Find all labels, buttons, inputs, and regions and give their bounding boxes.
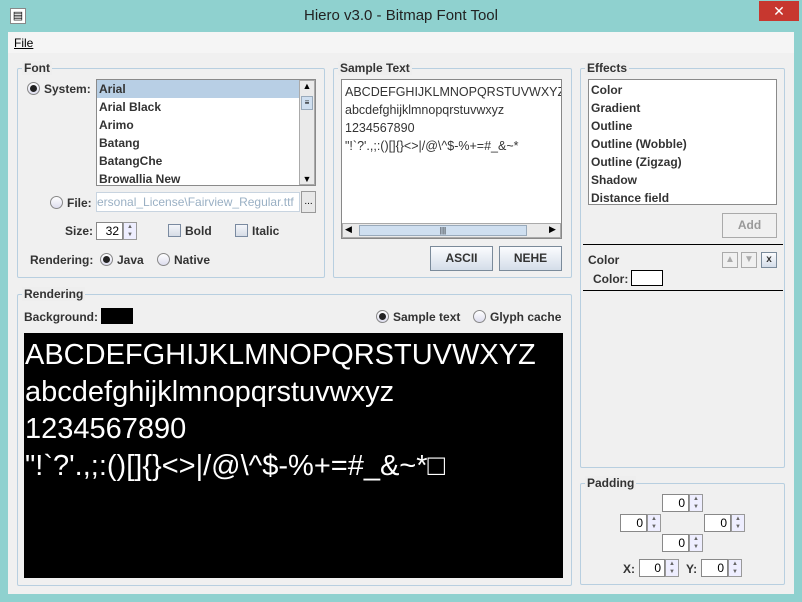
divider [583,290,783,291]
preview-line: 1234567890 [25,413,187,445]
size-spinner[interactable]: 32 [96,222,123,240]
padding-right-stepper[interactable]: ▲ ▼ [731,514,745,532]
preview-line: abcdefghijklmnopqrstuvwxyz [25,376,395,408]
remove-effect-button[interactable]: x [761,252,777,268]
bold-checkbox[interactable] [168,224,181,237]
size-stepper[interactable]: ▲ ▼ [123,222,137,240]
sample-hscrollbar[interactable]: ◀ ||| ▶ [342,223,561,238]
effects-group-label: Effects [585,61,630,75]
effect-item[interactable]: Outline [589,117,776,135]
effect-item[interactable]: Outline (Zigzag) [589,153,776,171]
scroll-thumb[interactable]: ≡ [301,96,313,110]
background-label: Background: [24,310,99,324]
font-list-item[interactable]: Arial [97,80,315,98]
rendering-label: Rendering: [30,253,94,267]
system-radio[interactable] [27,82,40,95]
java-radio[interactable] [100,253,113,266]
padding-x-label: X: [623,562,635,576]
sample-line: 1234567890 [345,121,415,135]
padding-group-label: Padding [585,476,637,490]
file-radio[interactable] [50,196,63,209]
font-list-item[interactable]: BatangChe [97,152,315,170]
padding-x-input[interactable]: 0 [639,559,665,577]
menu-bar [8,32,794,53]
effect-item[interactable]: Shadow [589,171,776,189]
padding-x-stepper[interactable]: ▲ ▼ [665,559,679,577]
italic-label: Italic [252,224,280,238]
window-title: Hiero v3.0 - Bitmap Font Tool [304,7,498,24]
move-up-icon[interactable]: ▲ [722,252,738,268]
sample-text-group-label: Sample Text [338,61,412,75]
effects-list[interactable]: Color Gradient Outline Outline (Wobble) … [588,79,777,205]
scroll-left-icon[interactable]: ◀ [345,224,352,235]
sample-text-radio[interactable] [376,310,389,323]
sample-line: ABCDEFGHIJKLMNOPQRSTUVWXYZ [345,85,562,99]
padding-top-stepper[interactable]: ▲ ▼ [689,494,703,512]
font-list[interactable]: Arial Arial Black Arimo Batang BatangChe… [96,79,316,186]
padding-y-input[interactable]: 0 [701,559,728,577]
effect-item[interactable]: Color [589,81,776,99]
ascii-button[interactable]: ASCII [430,246,493,271]
font-group-label: Font [22,61,52,75]
sample-text-area[interactable]: ABCDEFGHIJKLMNOPQRSTUVWXYZ abcdefghijklm… [341,79,562,239]
system-label: System: [44,82,91,96]
effect-item[interactable]: Outline (Wobble) [589,135,776,153]
preview-line: "!`?'.,;:()[]{}<>|/@\^$-%+=#_&~*□ [25,450,446,482]
render-preview: ABCDEFGHIJKLMNOPQRSTUVWXYZ abcdefghijklm… [24,333,563,578]
close-button[interactable]: ✕ [759,1,799,21]
effect-item[interactable]: Distance field [589,189,776,207]
effect-item[interactable]: Gradient [589,99,776,117]
native-radio[interactable] [157,253,170,266]
effect-color-label: Color: [593,272,629,286]
italic-checkbox[interactable] [235,224,248,237]
file-label: File: [67,196,92,210]
active-effect-title: Color [588,253,620,267]
padding-left-stepper[interactable]: ▲ ▼ [647,514,661,532]
menu-file[interactable]: File [14,36,33,50]
browse-button[interactable]: ... [301,191,316,213]
scroll-down-icon[interactable]: ▼ [300,174,314,184]
glyph-cache-radio[interactable] [473,310,486,323]
font-list-item[interactable]: Browallia New [97,170,315,185]
padding-y-label: Y: [686,562,698,576]
sample-line: abcdefghijklmnopqrstuvwxyz [345,103,505,117]
rendering-group-label: Rendering [22,287,86,301]
nehe-button[interactable]: NEHE [499,246,562,271]
padding-top-input[interactable]: 0 [662,494,689,512]
font-list-item[interactable]: Arial Black [97,98,315,116]
divider [583,244,783,245]
sample-line: "!`?'.,;:()[]{}<>|/@\^$-%+=#_&~* [345,139,519,153]
bold-label: Bold [185,224,212,238]
native-label: Native [174,253,211,267]
file-path-input[interactable]: ersonal_License\Fairview_Regular.ttf [96,192,300,212]
background-color-swatch[interactable] [101,308,133,324]
padding-bottom-input[interactable]: 0 [662,534,689,552]
java-label: Java [117,253,144,267]
add-effect-button[interactable]: Add [722,213,777,238]
font-list-item[interactable]: Arimo [97,116,315,134]
padding-y-stepper[interactable]: ▲ ▼ [728,559,742,577]
padding-right-input[interactable]: 0 [704,514,731,532]
font-list-scrollbar[interactable]: ▲ ≡ ▼ [299,80,315,185]
preview-line: ABCDEFGHIJKLMNOPQRSTUVWXYZ [25,339,536,371]
sample-text-radio-label: Sample text [393,310,461,324]
padding-bottom-stepper[interactable]: ▲ ▼ [689,534,703,552]
font-list-item[interactable]: Batang [97,134,315,152]
effect-color-swatch[interactable] [631,270,663,286]
glyph-cache-radio-label: Glyph cache [490,310,562,324]
padding-left-input[interactable]: 0 [620,514,647,532]
move-down-icon[interactable]: ▼ [741,252,757,268]
scroll-right-icon[interactable]: ▶ [549,224,556,235]
scroll-thumb[interactable]: ||| [359,225,527,236]
scroll-up-icon[interactable]: ▲ [300,81,314,95]
size-label: Size: [65,224,94,238]
